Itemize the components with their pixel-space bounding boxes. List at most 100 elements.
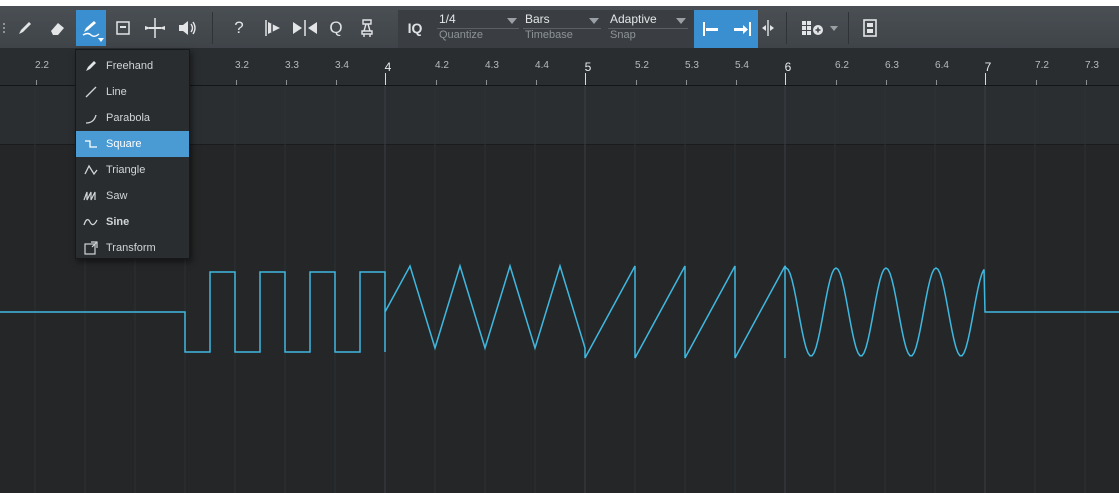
shape-menu-label: Transform (106, 242, 156, 254)
shape-menu-item-square[interactable]: Square (76, 131, 189, 157)
chevron-down-icon (830, 25, 838, 31)
eraser-icon (51, 23, 64, 35)
shape-menu-item-saw[interactable]: Saw (76, 183, 189, 209)
ruler-label: 7.2 (1035, 60, 1049, 71)
chevron-down-icon (589, 18, 599, 24)
ruler-major-tick (985, 73, 986, 85)
ruler-label: 6 (784, 60, 792, 74)
ruler-label: 4 (384, 60, 392, 74)
pencil-icon (19, 22, 31, 34)
chevron-down-icon (676, 18, 686, 24)
parabola-icon (76, 110, 106, 126)
ruler-label: 6.2 (835, 60, 849, 71)
transient-split-icon (293, 20, 317, 36)
ruler-tick (336, 80, 337, 85)
layout-button[interactable] (796, 10, 842, 46)
video-button[interactable] (858, 10, 882, 46)
shape-menu-item-freehand[interactable]: Freehand (76, 53, 189, 79)
ruler-label: 4.2 (435, 60, 449, 71)
iq-label: IQ (407, 20, 423, 36)
ruler-tick (1086, 80, 1087, 85)
help-button[interactable]: ? (226, 10, 252, 46)
snap-to-event-button[interactable] (728, 10, 758, 48)
snap-dropdown[interactable]: Adaptive Snap (604, 10, 692, 48)
shape-menu-item-sine[interactable]: Sine (76, 209, 189, 235)
ruler-tick (836, 80, 837, 85)
pencil-tool-button[interactable] (12, 10, 38, 46)
ruler-label: 6.3 (885, 60, 899, 71)
ruler-tick (636, 80, 637, 85)
toolbar-separator (786, 12, 787, 44)
ruler-tick (36, 80, 37, 85)
ruler-tick (886, 80, 887, 85)
quantize-button[interactable]: Q (324, 10, 348, 46)
ruler-tick (686, 80, 687, 85)
snap-left-icon (703, 22, 718, 36)
shape-menu: Freehand Line Parabola Square Triangle Saw Sin… (75, 49, 190, 259)
eraser-tool-button[interactable] (44, 10, 72, 46)
shape-menu-item-transform[interactable]: Transform (76, 235, 189, 261)
box-select-button[interactable] (111, 10, 135, 46)
chevron-down-icon (507, 18, 517, 24)
ruler-tick (236, 80, 237, 85)
shape-menu-item-line[interactable]: Line (76, 79, 189, 105)
quantize-caption: Quantize (439, 29, 484, 41)
quantize-icon: Q (329, 18, 343, 37)
metronome-button[interactable] (354, 10, 380, 46)
iq-button[interactable]: IQ (400, 10, 430, 46)
shape-menu-label: Square (106, 138, 142, 150)
timebase-underline (523, 28, 601, 29)
speaker-icon (179, 21, 196, 35)
shape-menu-label: Parabola (106, 112, 151, 124)
ruler-label: 3.3 (285, 60, 299, 71)
snap-right-icon (734, 22, 751, 36)
quantize-dropdown[interactable]: 1/4 Quantize (433, 10, 523, 48)
square-wave-icon (76, 136, 106, 152)
ruler-tick (736, 80, 737, 85)
quantize-underline (437, 28, 519, 29)
ruler-tick (286, 80, 287, 85)
box-select-icon (116, 21, 130, 35)
shape-menu-label: Freehand (106, 60, 154, 72)
snap-cursor-button[interactable] (758, 10, 778, 46)
timebase-dropdown[interactable]: Bars Timebase (519, 10, 605, 48)
snap-to-grid-button[interactable] (694, 10, 728, 48)
line-icon (76, 84, 106, 100)
saw-wave-icon (76, 188, 106, 204)
help-icon: ? (234, 18, 244, 37)
ruler-label: 5.4 (735, 60, 749, 71)
ruler-tick (1036, 80, 1037, 85)
automation-curve-path[interactable] (0, 263, 1119, 359)
shape-menu-label: Sine (106, 216, 130, 228)
transient-icon (265, 20, 280, 36)
paint-tool-button[interactable] (76, 10, 106, 46)
shape-menu-label: Line (106, 86, 127, 98)
shape-menu-item-parabola[interactable]: Parabola (76, 105, 189, 131)
toolbar-separator (212, 12, 213, 44)
transient-prev-button[interactable] (258, 10, 286, 46)
ruler-label: 2.2 (35, 60, 49, 71)
split-icon (145, 18, 165, 38)
toolbar-separator (848, 12, 849, 44)
ruler-label: 7.3 (1085, 60, 1099, 71)
snap-cursor-icon (762, 20, 774, 36)
ruler-label: 4.4 (535, 60, 549, 71)
sine-wave-icon (76, 214, 106, 230)
grip-icon (0, 10, 8, 46)
pencil-icon (76, 58, 106, 74)
triangle-wave-icon (76, 162, 106, 178)
snap-underline (608, 28, 688, 29)
ruler-label: 4.3 (485, 60, 499, 71)
split-tool-button[interactable] (141, 10, 169, 46)
transient-split-button[interactable] (290, 10, 320, 46)
ruler-label: 3.4 (335, 60, 349, 71)
shape-menu-item-triangle[interactable]: Triangle (76, 157, 189, 183)
ruler-tick (436, 80, 437, 85)
ruler-tick (536, 80, 537, 85)
ruler-label: 6.4 (935, 60, 949, 71)
ruler-major-tick (785, 73, 786, 85)
shape-menu-label: Triangle (106, 164, 146, 176)
ruler-label: 5.3 (685, 60, 699, 71)
listen-tool-button[interactable] (173, 10, 201, 46)
metronome-icon (361, 19, 373, 37)
